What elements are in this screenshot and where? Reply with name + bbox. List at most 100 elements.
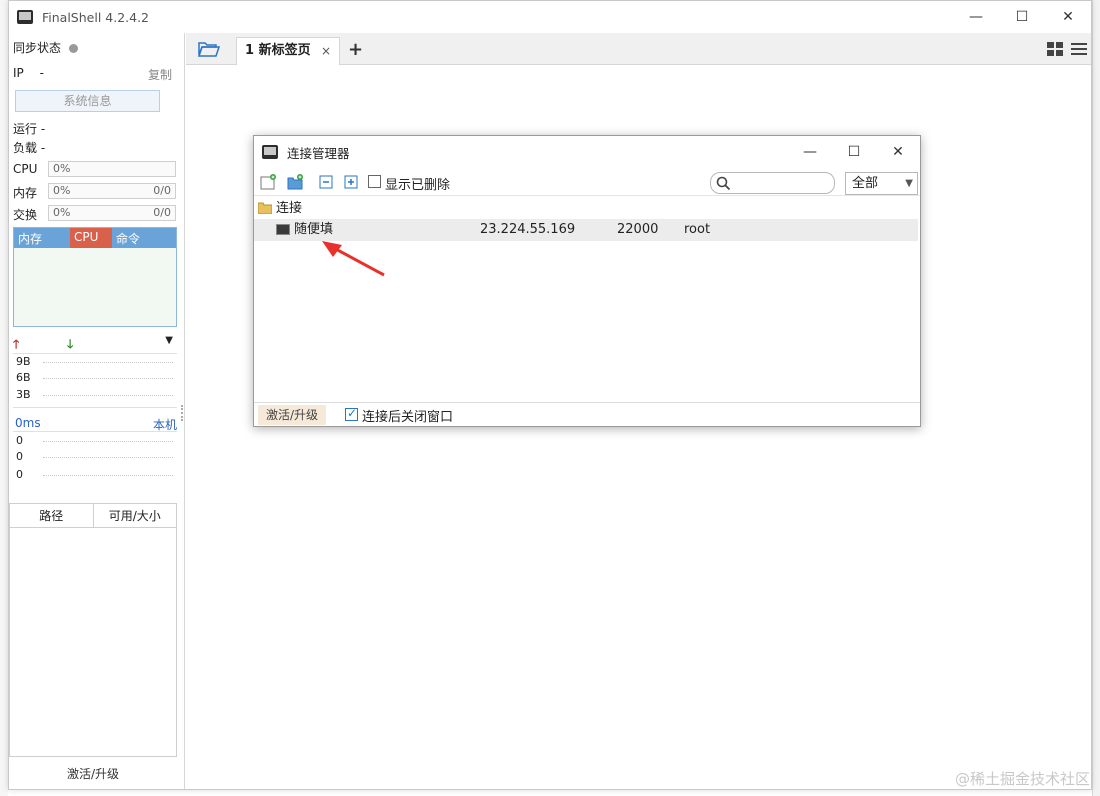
sync-status: 同步状态: [13, 39, 79, 56]
red-annotation-arrow-icon: [322, 241, 385, 277]
connection-filter-select[interactable]: 全部 ▼: [845, 172, 918, 195]
swap-label: 交换: [13, 208, 38, 222]
panel-splitter-handle[interactable]: [181, 405, 184, 421]
filter-value: 全部: [852, 176, 879, 191]
dialog-title-bar: 连接管理器 — ☐ ✕: [254, 136, 920, 168]
show-deleted-label: 显示已删除: [385, 178, 451, 193]
tab-label: 1 新标签页: [245, 43, 311, 58]
grid-line: [43, 395, 173, 396]
ip-row: IP -: [13, 66, 44, 80]
minimize-button[interactable]: —: [953, 1, 999, 33]
grid-line: [43, 362, 173, 363]
session-tab-bar: 1 新标签页 × +: [186, 33, 1091, 65]
column-available-size[interactable]: 可用/大小: [92, 504, 177, 527]
memory-percent: 0%: [53, 184, 71, 197]
grid-line: [43, 457, 173, 458]
folder-label: 连接: [276, 201, 303, 216]
hamburger-menu-icon[interactable]: [1071, 42, 1087, 56]
close-button[interactable]: ✕: [1045, 1, 1091, 33]
connection-name: 随便填: [294, 222, 334, 237]
new-connection-icon[interactable]: [260, 174, 276, 190]
ping-header: 0ms 本机: [15, 416, 177, 432]
window-title: FinalShell 4.2.4.2: [42, 9, 150, 25]
add-tab-button[interactable]: +: [348, 39, 363, 60]
connection-row[interactable]: 随便填 23.224.55.169 22000 root: [254, 219, 918, 241]
show-deleted-checkbox[interactable]: [368, 175, 381, 188]
grid-line: [43, 378, 173, 379]
folder-connections[interactable]: 连接: [257, 199, 303, 219]
tab-new[interactable]: 1 新标签页 ×: [236, 37, 340, 65]
cpu-label: CPU: [13, 162, 38, 176]
sync-status-label: 同步状态: [13, 41, 62, 55]
dialog-close-button[interactable]: ✕: [876, 136, 920, 168]
process-tab-header: 内存 CPU 命令: [14, 228, 176, 248]
server-status-panel: 同步状态 IP - 复制 系统信息 运行 - 负载 - CPU 0% 内存 0%…: [9, 33, 185, 789]
tab-command[interactable]: 命令: [112, 228, 144, 248]
net-scale-label: 3B: [16, 388, 31, 401]
grid-line: [43, 475, 173, 476]
memory-label: 内存: [13, 186, 38, 200]
background-window-left-edge: [0, 0, 8, 796]
divider: [13, 407, 177, 408]
terminal-icon: [276, 224, 290, 235]
process-tabs: 内存 CPU 命令: [13, 227, 177, 327]
connection-host: 23.224.55.169: [480, 222, 576, 237]
system-info-button[interactable]: 系统信息: [15, 90, 160, 112]
chevron-down-icon: ▼: [905, 178, 913, 189]
connection-tree: 连接 随便填 23.224.55.169 22000 root: [254, 197, 920, 402]
ip-label: IP: [13, 66, 24, 80]
search-icon: [716, 176, 731, 191]
swap-percent: 0%: [53, 206, 71, 219]
watermark-text: @稀土掘金技术社区: [954, 770, 1090, 788]
grid-line: [43, 441, 173, 442]
connection-user: root: [684, 222, 711, 237]
dialog-title: 连接管理器: [287, 145, 350, 161]
copy-ip-link[interactable]: 复制: [148, 66, 172, 83]
ip-value: -: [39, 66, 44, 80]
swap-meter: 0% 0/0: [48, 205, 176, 221]
column-path[interactable]: 路径: [10, 504, 93, 527]
memory-meter: 0% 0/0: [48, 183, 176, 199]
network-header: 🡑 🡓 ▼: [13, 335, 177, 351]
tab-close-icon[interactable]: ×: [321, 38, 331, 64]
ping-scale-label: 0: [16, 450, 23, 463]
background-window-right-edge: [1092, 0, 1100, 796]
net-scale-label: 9B: [16, 355, 31, 368]
uptime-label: 运行 -: [13, 122, 46, 136]
network-graph: 9B 6B 3B: [13, 353, 177, 403]
dialog-maximize-button[interactable]: ☐: [832, 136, 876, 168]
title-bar: FinalShell 4.2.4.2 — ☐ ✕: [9, 1, 1091, 33]
memory-ratio: 0/0: [153, 184, 171, 197]
close-after-connect-label: 连接后关闭窗口: [362, 410, 454, 425]
disk-table-header: 路径 可用/大小: [10, 504, 176, 528]
cpu-percent: 0%: [53, 162, 71, 175]
activate-upgrade-link[interactable]: 激活/升级: [9, 765, 177, 782]
new-folder-icon[interactable]: [287, 174, 303, 190]
cpu-meter: 0%: [48, 161, 176, 177]
connection-port: 22000: [617, 222, 659, 237]
collapse-all-icon[interactable]: [318, 174, 334, 190]
network-interface-dropdown[interactable]: ▼: [165, 335, 173, 346]
swap-ratio: 0/0: [153, 206, 171, 219]
ping-scale-label: 0: [16, 468, 23, 481]
expand-all-icon[interactable]: [343, 174, 359, 190]
folder-icon: [257, 202, 273, 215]
grid-layout-icon[interactable]: [1047, 42, 1063, 56]
tab-cpu[interactable]: CPU: [70, 228, 112, 248]
tab-memory[interactable]: 内存: [14, 228, 70, 248]
terminal-app-icon: [17, 10, 33, 24]
sync-status-dot-icon: [69, 44, 79, 53]
dialog-minimize-button[interactable]: —: [788, 136, 832, 168]
ping-graph: 0 0 0: [13, 431, 177, 489]
dialog-footer: 激活/升级 连接后关闭窗口: [254, 402, 920, 426]
disk-table: 路径 可用/大小: [9, 503, 177, 757]
maximize-button[interactable]: ☐: [999, 1, 1045, 33]
open-folder-icon[interactable]: [198, 41, 220, 57]
dialog-activate-upgrade-button[interactable]: 激活/升级: [258, 405, 327, 425]
terminal-app-icon: [262, 145, 278, 159]
ping-scale-label: 0: [16, 434, 23, 447]
close-after-connect-checkbox[interactable]: [345, 406, 358, 421]
connection-search-input[interactable]: [710, 172, 835, 194]
load-label: 负载 -: [13, 141, 46, 155]
connection-manager-dialog: 连接管理器 — ☐ ✕ 显示已删除 全部 ▼ 连接 随便填 23.224.55.…: [253, 135, 921, 427]
